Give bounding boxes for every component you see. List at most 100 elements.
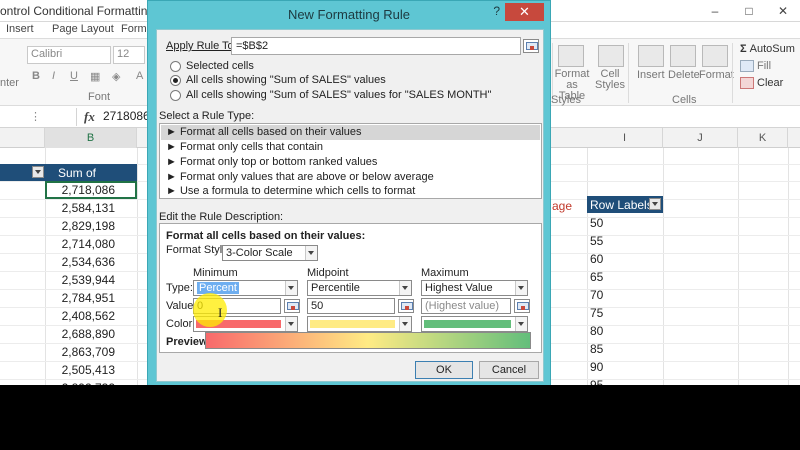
- font-color-icon[interactable]: A: [136, 70, 143, 82]
- pivot-values-header[interactable]: Sum of SALES: [0, 164, 137, 194]
- italic-button[interactable]: I: [52, 70, 55, 82]
- autosum-button[interactable]: Σ AutoSum: [740, 43, 795, 55]
- close-window-button[interactable]: ✕: [766, 0, 800, 22]
- ok-button[interactable]: OK: [415, 361, 473, 379]
- fill-down-icon: [740, 60, 754, 73]
- scope-selected-cells-radio[interactable]: [170, 61, 181, 72]
- name-box-menu-icon[interactable]: ⋮: [30, 110, 41, 123]
- scope-selected-cells-label[interactable]: Selected cells: [186, 60, 254, 72]
- sales-cell[interactable]: 2,505,413: [45, 361, 137, 379]
- row-label-cell[interactable]: 65: [590, 270, 603, 284]
- scope-values-for-month-label[interactable]: All cells showing "Sum of SALES" values …: [186, 89, 491, 101]
- column-header-k[interactable]: K: [738, 128, 788, 148]
- font-size-value: 12: [117, 48, 130, 60]
- sales-cell[interactable]: 2,539,944: [45, 271, 137, 289]
- scope-values-for-month-radio[interactable]: [170, 90, 181, 101]
- format-as-table-icon[interactable]: [558, 45, 584, 67]
- insert-cells-icon[interactable]: [638, 45, 664, 67]
- delete-cells-icon[interactable]: [670, 45, 696, 67]
- edit-rule-description-label: Edit the Rule Description:: [159, 211, 284, 223]
- range-picker-icon[interactable]: [284, 299, 300, 313]
- sales-cell[interactable]: 2,829,198: [45, 217, 137, 235]
- sales-cell[interactable]: 2,714,080: [45, 235, 137, 253]
- column-header-a[interactable]: [0, 128, 45, 148]
- row-label-cell[interactable]: 90: [590, 360, 603, 374]
- chevron-down-icon: [515, 281, 527, 295]
- row-label-cell[interactable]: 85: [590, 342, 603, 356]
- borders-icon[interactable]: ▦: [90, 70, 100, 83]
- row-label-cell[interactable]: 80: [590, 324, 603, 338]
- sales-cell[interactable]: 2,584,131: [45, 199, 137, 217]
- row-label-cell[interactable]: 55: [590, 234, 603, 248]
- range-picker-icon[interactable]: [398, 299, 414, 313]
- maximize-button[interactable]: □: [732, 0, 766, 22]
- maximum-color-select[interactable]: [421, 316, 528, 332]
- maximum-type-select[interactable]: Highest Value: [421, 280, 528, 296]
- ribbon-divider: [732, 43, 733, 103]
- bold-button[interactable]: B: [32, 70, 40, 82]
- filter-dropdown-icon[interactable]: [32, 166, 44, 178]
- rule-type-item[interactable]: ► Format all cells based on their values: [161, 125, 540, 140]
- minimize-button[interactable]: –: [698, 0, 732, 22]
- clear-label: Clear: [757, 77, 784, 89]
- midpoint-value-input[interactable]: 50: [307, 298, 395, 314]
- range-picker-icon[interactable]: [514, 299, 530, 313]
- rule-type-item[interactable]: ► Format only values that are above or b…: [161, 170, 540, 185]
- row-label-cell[interactable]: 75: [590, 306, 603, 320]
- rule-type-item[interactable]: ► Use a formula to determine which cells…: [161, 184, 540, 199]
- delete-cells-button[interactable]: Delete: [668, 69, 700, 81]
- row-labels-header[interactable]: Row Labels: [587, 196, 663, 213]
- scope-all-values-radio[interactable]: [170, 75, 181, 86]
- cell-styles-button[interactable]: Cell Styles: [594, 69, 626, 91]
- cell-styles-icon[interactable]: [598, 45, 624, 67]
- help-button[interactable]: ?: [493, 4, 500, 18]
- format-cells-icon[interactable]: [702, 45, 728, 67]
- dialog-title-bar[interactable]: New Formatting Rule ? ✕: [148, 1, 550, 29]
- row-label-cell[interactable]: 50: [590, 216, 603, 230]
- fill-button[interactable]: Fill: [740, 60, 771, 73]
- fx-icon[interactable]: fx: [84, 109, 95, 125]
- sales-cell[interactable]: 2,863,709: [45, 343, 137, 361]
- sales-cell[interactable]: 2,688,890: [45, 325, 137, 343]
- active-cell[interactable]: 2,718,086: [45, 181, 137, 199]
- chevron-down-icon: [285, 281, 297, 295]
- sales-cell[interactable]: 2,408,562: [45, 307, 137, 325]
- row-labels-dropdown-icon[interactable]: [649, 198, 661, 210]
- row-label-cell[interactable]: 60: [590, 252, 603, 266]
- column-header-j[interactable]: J: [663, 128, 738, 148]
- format-style-select[interactable]: 3-Color Scale: [222, 245, 318, 261]
- cancel-button[interactable]: Cancel: [479, 361, 539, 379]
- dialog-close-button[interactable]: ✕: [505, 3, 544, 21]
- clear-button[interactable]: Clear: [740, 77, 784, 90]
- tab-insert[interactable]: Insert: [6, 23, 34, 35]
- formula-input[interactable]: 2718086: [103, 109, 150, 123]
- insert-cells-button[interactable]: Insert: [637, 69, 665, 81]
- row-labels-label: Row Labels: [590, 198, 653, 212]
- range-picker-icon[interactable]: [523, 39, 539, 53]
- font-group-label: Font: [88, 91, 111, 103]
- window-title: ontrol Conditional Formatting: [0, 4, 155, 18]
- apply-rule-to-input[interactable]: =$B$2: [231, 37, 521, 55]
- tab-page-layout[interactable]: Page Layout: [52, 23, 114, 35]
- column-header-i[interactable]: I: [587, 128, 663, 148]
- excel-window: ontrol Conditional Formatting – □ ✕ Inse…: [0, 0, 800, 450]
- maximum-column-header: Maximum: [421, 267, 469, 279]
- midpoint-type-select[interactable]: Percentile: [307, 280, 412, 296]
- scope-all-values-label[interactable]: All cells showing "Sum of SALES" values: [186, 74, 386, 86]
- rule-type-item[interactable]: ► Format only cells that contain: [161, 140, 540, 155]
- partial-heading[interactable]: age: [552, 199, 572, 213]
- row-label-cell[interactable]: 70: [590, 288, 603, 302]
- midpoint-color-select[interactable]: [307, 316, 412, 332]
- column-header-b[interactable]: B: [45, 128, 137, 148]
- underline-button[interactable]: U: [70, 70, 78, 82]
- font-name-box[interactable]: Calibri: [27, 46, 111, 64]
- rule-type-item[interactable]: ► Format only top or bottom ranked value…: [161, 155, 540, 170]
- fill-color-icon[interactable]: ◈: [112, 70, 120, 83]
- format-cells-button[interactable]: Format: [699, 69, 734, 81]
- font-size-box[interactable]: 12: [113, 46, 145, 64]
- maximum-value-input[interactable]: (Highest value): [421, 298, 511, 314]
- chevron-down-icon: [285, 317, 297, 331]
- sales-cell[interactable]: 2,534,636: [45, 253, 137, 271]
- sales-cell[interactable]: 2,784,951: [45, 289, 137, 307]
- type-row-label: Type:: [166, 282, 193, 294]
